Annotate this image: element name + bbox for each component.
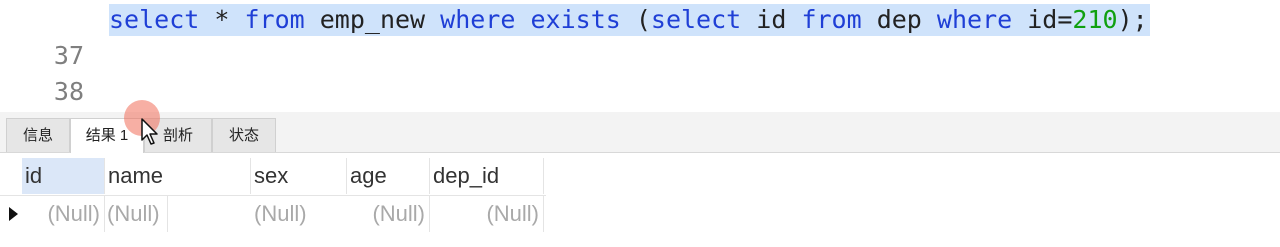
tab-info[interactable]: 信息 [6,118,70,152]
column-header-dep-id[interactable]: dep_id [430,158,544,194]
keyword-token: select [650,5,742,34]
table-cell[interactable]: (Null) [251,196,314,232]
table-cell[interactable]: (Null) [22,196,105,232]
table-cell[interactable]: (Null) [430,196,544,232]
keyword-token: where [440,5,516,34]
column-header-id[interactable]: id [22,158,105,194]
keyword-token: from [244,5,305,34]
code-token: id= [1012,5,1073,34]
table-cell[interactable]: (Null) [105,196,168,232]
number-token: 210 [1072,5,1118,34]
keyword-token: exists [530,5,621,34]
code-token: dep [861,5,937,34]
sql-editor[interactable]: 37 select * from emp_new where exists (s… [0,0,1280,141]
code-token: * [199,5,245,34]
selected-sql-text[interactable]: select * from emp_new where exists (sele… [109,4,1150,36]
column-header-sex[interactable]: sex [251,158,347,194]
code-line-37[interactable]: 37 select * from emp_new where exists (s… [0,2,1280,70]
code-token: ); [1117,5,1148,34]
result-panel: 信息 结果 1 剖析 状态 id name sex age dep_id (Nu… [0,112,1280,247]
keyword-token: where [936,5,1013,34]
mouse-pointer-icon [141,118,158,145]
tab-status[interactable]: 状态 [212,118,276,152]
keyword-token: from [801,5,862,34]
grid-header: id name sex age dep_id [0,158,546,194]
code-token: emp_new [304,5,441,34]
column-header-name[interactable]: name [105,158,251,194]
code-line-39[interactable]: 39 [0,73,1280,141]
code-line-38[interactable]: 38 [0,38,1280,106]
result-tabbar: 信息 结果 1 剖析 状态 [0,112,1280,153]
keyword-token: select [109,5,200,34]
code-token: id [741,5,802,34]
table-cell[interactable]: (Null) [347,196,430,232]
table-row[interactable]: (Null) (Null) (Null) (Null) (Null) [0,195,546,232]
column-header-age[interactable]: age [347,158,430,194]
current-row-arrow-icon [9,207,18,221]
code-token: ( [620,5,651,34]
